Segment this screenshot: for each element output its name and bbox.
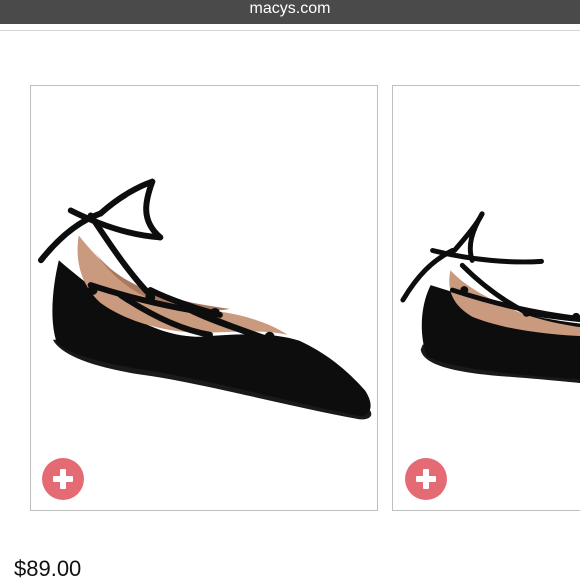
product-card[interactable] bbox=[392, 85, 580, 511]
product-image[interactable] bbox=[31, 86, 377, 510]
add-to-bag-button[interactable] bbox=[42, 458, 84, 500]
site-title: macys.com bbox=[249, 0, 331, 17]
divider bbox=[0, 30, 580, 31]
product-price: $89.00 bbox=[14, 556, 82, 581]
plus-icon bbox=[53, 469, 73, 489]
product-image[interactable] bbox=[393, 86, 580, 510]
product-card[interactable] bbox=[30, 85, 378, 511]
add-to-bag-button[interactable] bbox=[405, 458, 447, 500]
site-title-bar: macys.com bbox=[0, 0, 580, 24]
plus-icon bbox=[416, 469, 436, 489]
